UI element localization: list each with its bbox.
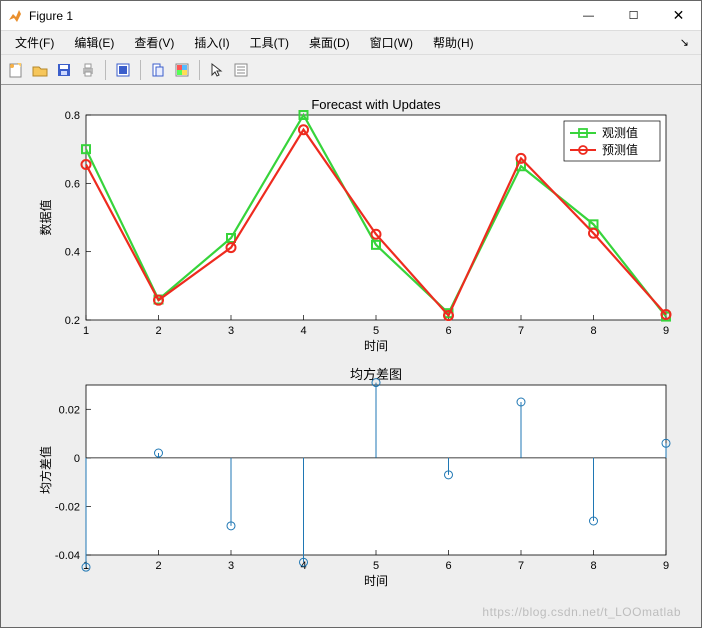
menu-desktop[interactable]: 桌面(D) <box>301 32 358 53</box>
xtick-label: 7 <box>518 325 524 337</box>
ytick-label: 0.6 <box>65 178 80 190</box>
x-label: 时间 <box>364 574 388 588</box>
xtick-label: 7 <box>518 560 524 572</box>
axes-top[interactable]: 1 2 3 4 5 6 7 8 9 0.2 0.4 0.6 0.8 Forecast with Updat… <box>38 97 671 353</box>
print-preview-button[interactable] <box>112 59 134 81</box>
y-label: 数据值 <box>38 199 53 235</box>
dock-icon[interactable]: ↘ <box>680 36 695 49</box>
plot-canvas: 1 2 3 4 5 6 7 8 9 0.2 0.4 0.6 0.8 Forecast with Updat… <box>1 85 701 625</box>
xtick-label: 8 <box>590 560 596 572</box>
colorbar-button[interactable] <box>171 59 193 81</box>
menubar: 文件(F) 编辑(E) 查看(V) 插入(I) 工具(T) 桌面(D) 窗口(W… <box>1 31 701 55</box>
ytick-label: 0.2 <box>65 315 80 327</box>
print-button[interactable] <box>77 59 99 81</box>
ytick-label: -0.04 <box>55 550 80 562</box>
xtick-label: 8 <box>590 325 596 337</box>
matlab-logo-icon <box>7 8 23 24</box>
open-button[interactable] <box>29 59 51 81</box>
xtick-label: 4 <box>300 325 306 337</box>
menu-file[interactable]: 文件(F) <box>7 32 62 53</box>
xtick-label: 2 <box>155 560 161 572</box>
ytick-label: -0.02 <box>55 501 80 513</box>
window-title: Figure 1 <box>29 9 73 23</box>
y-label: 均方差值 <box>38 446 53 494</box>
legend-label: 观测值 <box>602 125 638 140</box>
save-button[interactable] <box>53 59 75 81</box>
new-figure-button[interactable] <box>5 59 27 81</box>
x-label: 时间 <box>364 339 388 353</box>
menu-insert[interactable]: 插入(I) <box>186 32 237 53</box>
xtick-label: 2 <box>155 325 161 337</box>
axes-title: 均方差图 <box>350 367 402 382</box>
ytick-label: 0 <box>74 453 80 465</box>
titlebar: Figure 1 — ☐ ✕ <box>1 1 701 31</box>
menu-edit[interactable]: 编辑(E) <box>66 32 122 53</box>
menu-help[interactable]: 帮助(H) <box>425 32 482 53</box>
cursor-button[interactable] <box>206 59 228 81</box>
xtick-label: 3 <box>228 560 234 572</box>
axes-title: Forecast with Updates <box>311 97 441 112</box>
minimize-button[interactable]: — <box>566 1 611 30</box>
menu-view[interactable]: 查看(V) <box>126 32 182 53</box>
figure-area: 1 2 3 4 5 6 7 8 9 0.2 0.4 0.6 0.8 Forecast with Updat… <box>1 85 701 627</box>
axes-bottom[interactable]: 123456789-0.04-0.0200.02均方差图时间均方差值 <box>38 367 670 588</box>
ytick-label: 0.4 <box>65 247 80 259</box>
ytick-label: 0.02 <box>59 404 80 416</box>
link-button[interactable] <box>147 59 169 81</box>
menu-window[interactable]: 窗口(W) <box>362 32 421 53</box>
menu-tools[interactable]: 工具(T) <box>242 32 297 53</box>
maximize-button[interactable]: ☐ <box>611 1 656 30</box>
xtick-label: 3 <box>228 325 234 337</box>
inspect-button[interactable] <box>230 59 252 81</box>
figure-window: Figure 1 — ☐ ✕ 文件(F) 编辑(E) 查看(V) 插入(I) 工… <box>0 0 702 628</box>
xtick-label: 9 <box>663 325 669 337</box>
ytick-label: 0.8 <box>65 110 80 122</box>
xtick-label: 6 <box>445 325 451 337</box>
toolbar <box>1 55 701 85</box>
legend-label: 预测值 <box>602 142 638 157</box>
xtick-label: 9 <box>663 560 669 572</box>
xtick-label: 5 <box>373 560 379 572</box>
close-button[interactable]: ✕ <box>656 1 701 30</box>
xtick-label: 5 <box>373 325 379 337</box>
xtick-label: 1 <box>83 325 89 337</box>
xtick-label: 6 <box>445 560 451 572</box>
